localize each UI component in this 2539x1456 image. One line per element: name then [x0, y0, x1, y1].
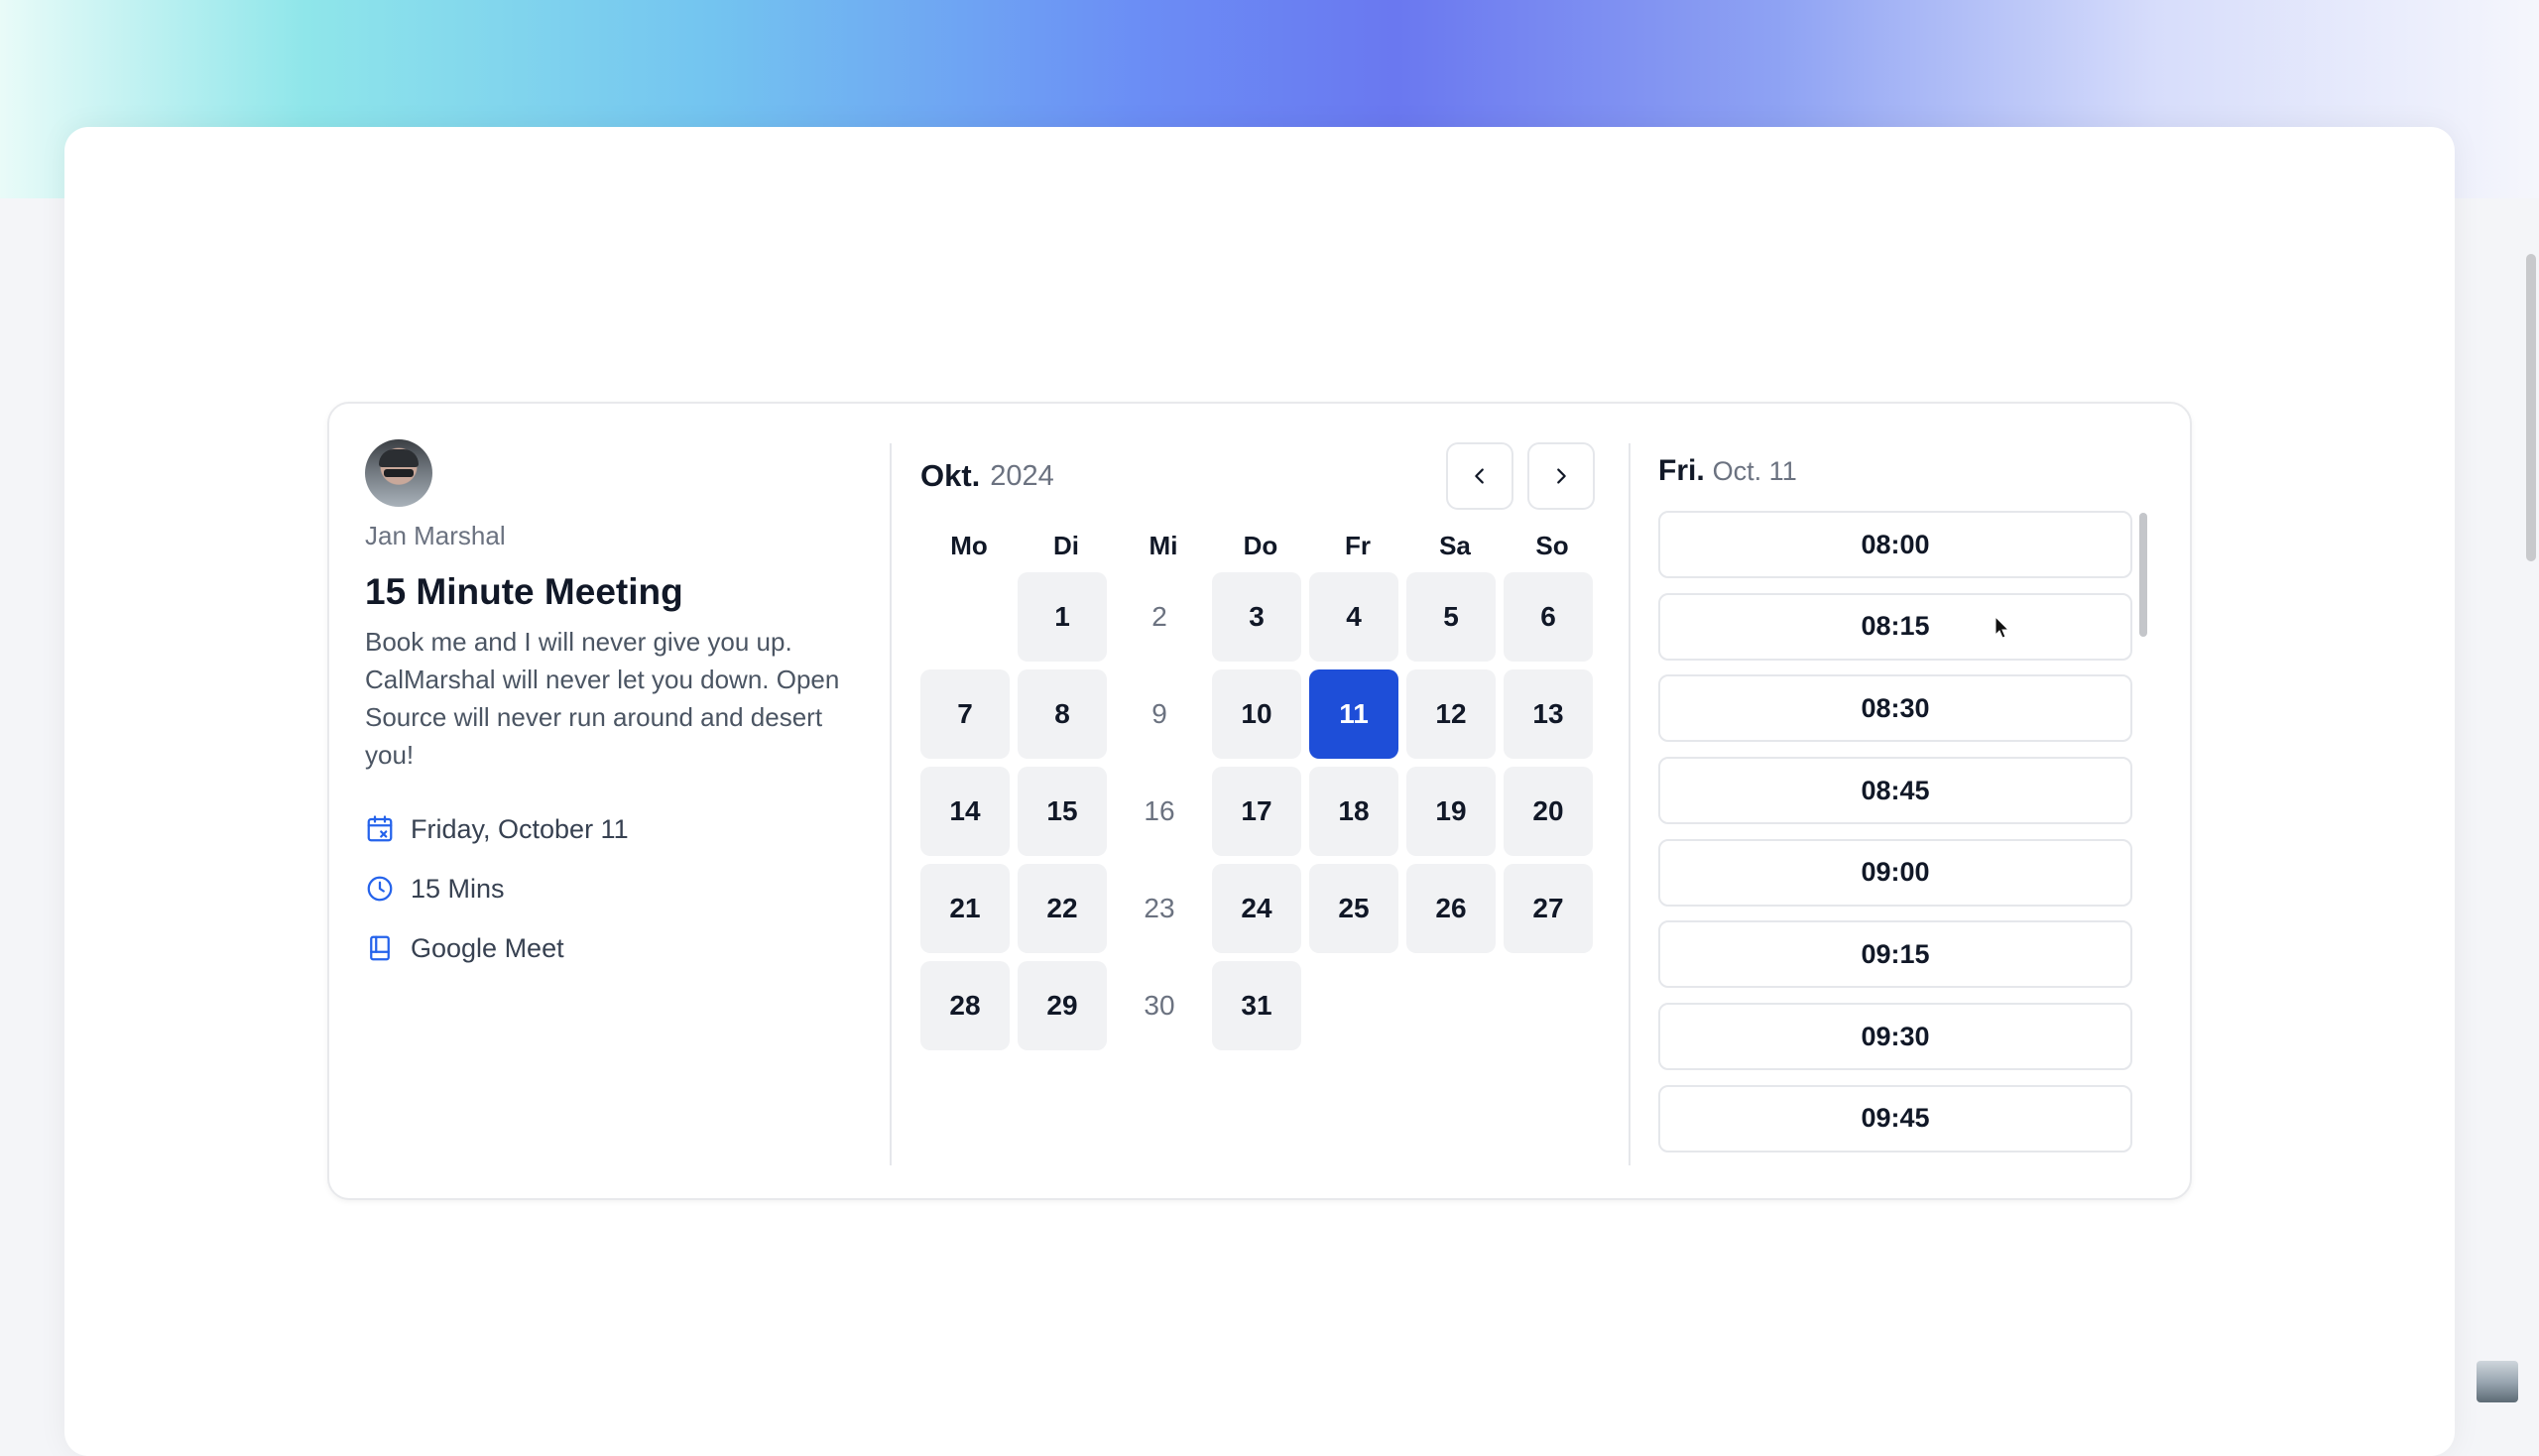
day-cell[interactable]: 8: [1018, 669, 1107, 759]
time-slot-button[interactable]: 08:15: [1658, 592, 2132, 661]
day-cell[interactable]: 12: [1406, 669, 1496, 759]
day-cell[interactable]: 15: [1018, 767, 1107, 856]
time-slot-button[interactable]: 09:45: [1658, 1084, 2132, 1153]
year-label: 2024: [990, 459, 1054, 492]
day-cell[interactable]: 10: [1212, 669, 1301, 759]
slots-day-of-week: Fri.: [1658, 454, 1705, 487]
chevron-right-icon: [1557, 468, 1566, 484]
avatar: [365, 439, 432, 507]
time-slot-button[interactable]: 08:00: [1658, 511, 2132, 578]
calendar-icon: [367, 815, 393, 842]
weekday-label: Mo: [950, 531, 988, 560]
day-cell[interactable]: 7: [920, 669, 1010, 759]
weekday-label: So: [1535, 531, 1569, 560]
weekday-label: Fr: [1345, 531, 1371, 560]
time-slot-button[interactable]: 09:30: [1658, 1003, 2132, 1071]
slots-header: Fri. Oct. 11: [1658, 441, 2164, 501]
day-cell[interactable]: 19: [1406, 767, 1496, 856]
day-cell[interactable]: 27: [1504, 864, 1593, 953]
month-label: Okt.: [920, 458, 981, 493]
event-title: 15 Minute Meeting: [365, 571, 683, 612]
day-cell[interactable]: 26: [1406, 864, 1496, 953]
event-description: Book me and I will never give you up. Ca…: [365, 627, 840, 770]
day-cell[interactable]: 25: [1309, 864, 1398, 953]
chevron-left-icon: [1475, 468, 1484, 484]
date-picker: Okt. 2024 Mo Di Mi Do Fr Sa So 1 2 3 4 5 6 7 8 9 10 11 12…: [920, 441, 1595, 1050]
event-meta: Friday, October 11 15 Mins Google Meet: [365, 799, 881, 978]
event-date: Friday, October 11: [411, 813, 629, 844]
day-cell-empty: [920, 572, 1010, 662]
day-cell: 30: [1144, 990, 1175, 1021]
day-cell[interactable]: 6: [1504, 572, 1593, 662]
host-name: Jan Marshal: [365, 521, 506, 550]
day-cell[interactable]: 14: [920, 767, 1010, 856]
event-date-row: Friday, October 11: [365, 799, 881, 859]
day-cell[interactable]: 13: [1504, 669, 1593, 759]
weekday-label: Di: [1053, 531, 1079, 560]
day-cell[interactable]: 4: [1309, 572, 1398, 662]
video-meeting-icon: [370, 935, 390, 961]
prev-month-button[interactable]: [1446, 442, 1513, 510]
day-cell[interactable]: 28: [920, 961, 1010, 1050]
day-cell[interactable]: 17: [1212, 767, 1301, 856]
slots-date: Oct. 11: [1712, 455, 1797, 486]
time-slots-panel: Fri. Oct. 11 08:00 08:15 08:30 08:45 09:00 09…: [1658, 441, 2164, 1153]
day-cell[interactable]: 21: [920, 864, 1010, 953]
day-grid: 1 2 3 4 5 6 7 8 9 10 11 12 13 14 15 16 17 18 19 20 21 22 23 24 2…: [920, 572, 1595, 1050]
day-cell[interactable]: 31: [1212, 961, 1301, 1050]
divider: [1629, 443, 1631, 1165]
day-cell[interactable]: 20: [1504, 767, 1593, 856]
weekday-header: Mo Di Mi Do Fr Sa So: [920, 525, 1595, 566]
day-cell[interactable]: 5: [1406, 572, 1496, 662]
page-scrollbar[interactable]: [2519, 0, 2539, 1428]
day-cell: 9: [1151, 698, 1167, 729]
weekday-label: Mi: [1149, 531, 1178, 560]
day-cell[interactable]: 24: [1212, 864, 1301, 953]
calendar-header: Okt. 2024: [920, 441, 1595, 511]
time-slot-button[interactable]: 08:30: [1658, 674, 2132, 743]
day-cell[interactable]: 11: [1309, 669, 1398, 759]
weekday-label: Do: [1243, 531, 1278, 560]
day-cell[interactable]: 3: [1212, 572, 1301, 662]
time-slot-button[interactable]: 09:15: [1658, 920, 2132, 989]
day-cell: 16: [1144, 795, 1175, 826]
clock-icon: [367, 876, 393, 902]
slot-list-scrollbar-thumb[interactable]: [2139, 513, 2147, 637]
next-month-button[interactable]: [1527, 442, 1595, 510]
time-slot-button[interactable]: 09:00: [1658, 838, 2132, 907]
slot-list-scrollbar[interactable]: [2137, 513, 2147, 1167]
divider: [890, 443, 892, 1165]
weekday-label: Sa: [1439, 531, 1471, 560]
event-location: Google Meet: [411, 932, 564, 963]
avatar: [2477, 1361, 2518, 1402]
time-slot-button[interactable]: 08:45: [1658, 757, 2132, 825]
day-cell: 2: [1151, 601, 1167, 632]
event-duration: 15 Mins: [411, 873, 505, 904]
day-cell: 23: [1144, 893, 1175, 923]
day-cell[interactable]: 18: [1309, 767, 1398, 856]
day-cell[interactable]: 22: [1018, 864, 1107, 953]
day-cell[interactable]: 29: [1018, 961, 1107, 1050]
day-cell[interactable]: 1: [1018, 572, 1107, 662]
event-duration-row: 15 Mins: [365, 859, 881, 918]
booker-widget: Jan Marshal 15 Minute Meeting Book me an…: [327, 402, 2192, 1200]
event-location-row: Google Meet: [365, 918, 881, 978]
time-slot-list: 08:00 08:15 08:30 08:45 09:00 09:15 09:30 09:45: [1658, 511, 2134, 1165]
page-scrollbar-thumb[interactable]: [2526, 254, 2536, 561]
mouse-cursor-icon: [1995, 616, 2010, 639]
event-info-panel: Jan Marshal 15 Minute Meeting Book me an…: [365, 439, 881, 978]
